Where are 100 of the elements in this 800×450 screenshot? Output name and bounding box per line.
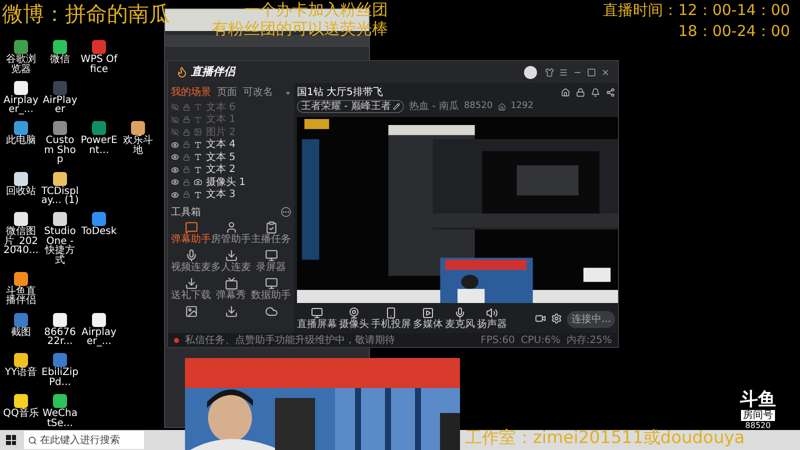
source-type-icon <box>194 190 202 199</box>
menu-icon[interactable] <box>559 68 568 76</box>
lock-icon[interactable] <box>576 88 585 96</box>
icon-label: 此电脑 <box>6 136 36 146</box>
app-icon[interactable] <box>14 40 28 54</box>
icon-label: WeChatSe... <box>42 409 78 428</box>
chat-icon[interactable] <box>184 221 198 234</box>
home-icon[interactable] <box>561 88 570 96</box>
app-icon[interactable] <box>53 40 67 54</box>
app-icon[interactable] <box>14 272 28 286</box>
app-icon[interactable] <box>14 80 28 95</box>
scene-tab[interactable]: 我的场景 <box>171 87 211 99</box>
icon-label: 微信 <box>50 55 70 64</box>
app-logo: 直播伴侣 <box>191 64 235 80</box>
download-icon[interactable] <box>224 249 238 262</box>
bell-icon[interactable] <box>591 88 600 96</box>
source-type-icon <box>194 178 202 186</box>
icon-label: 斗鱼直播伴侣 <box>5 286 37 306</box>
source-button[interactable]: 手机投屏 <box>371 307 411 330</box>
source-button[interactable]: 摄像头 <box>339 307 369 330</box>
start-live-button[interactable]: 连接中... <box>567 311 615 328</box>
monitor-icon[interactable] <box>264 249 278 262</box>
tool-label[interactable]: 弹幕助手 <box>171 234 211 246</box>
app-icon[interactable] <box>14 172 28 186</box>
tool-label[interactable]: 送礼下载 <box>171 290 211 302</box>
image-icon[interactable] <box>184 305 198 318</box>
more-icon[interactable] <box>281 207 291 217</box>
tool-label[interactable]: 视频连麦 <box>171 262 211 274</box>
source-button[interactable]: 多媒体 <box>413 307 443 330</box>
download-icon[interactable] <box>184 277 198 290</box>
tool-label[interactable]: 数据助手 <box>251 290 291 302</box>
cloud-icon[interactable] <box>264 305 278 318</box>
search-field[interactable]: 在此键入进行搜索 <box>24 431 144 449</box>
tool-label[interactable]: 弹幕秀 <box>216 290 246 302</box>
webcam-icon <box>348 307 360 319</box>
scene-tab[interactable]: 页面 <box>217 87 237 99</box>
toolbox-title: 工具箱 <box>171 206 201 218</box>
app-icon[interactable] <box>53 394 67 408</box>
app-icon[interactable] <box>14 121 28 136</box>
app-icon[interactable] <box>53 312 67 327</box>
icon-label: Airplayer_... <box>80 328 118 347</box>
edit-icon <box>392 103 400 110</box>
tool-label[interactable]: 多人连麦 <box>211 262 251 274</box>
source-button[interactable]: 直播屏幕 <box>297 307 337 330</box>
icon-label: Custom Shop <box>43 136 77 165</box>
source-name[interactable]: 文本 4 <box>206 139 236 150</box>
source-type-icon <box>194 103 202 112</box>
source-name[interactable]: 文本 5 <box>206 152 236 163</box>
download-icon[interactable] <box>224 305 238 318</box>
maximize-icon[interactable] <box>587 68 596 76</box>
icon-label: 谷歌浏览器 <box>5 55 37 74</box>
source-type-icon <box>194 140 202 149</box>
app-icon[interactable] <box>53 172 67 186</box>
scene-tab[interactable]: 可改名 <box>243 87 273 99</box>
app-icon[interactable] <box>14 353 28 368</box>
app-icon[interactable] <box>53 121 67 136</box>
app-icon[interactable] <box>14 212 28 226</box>
phone-icon <box>385 307 397 319</box>
icon-label: 8667622r... <box>43 328 77 347</box>
settings-icon[interactable] <box>551 313 562 324</box>
close-icon[interactable] <box>601 68 610 76</box>
tool-label[interactable]: 房管助手 <box>211 234 251 246</box>
tv-icon[interactable] <box>224 277 238 290</box>
icon-label: 截图 <box>11 328 31 338</box>
status-stat: CPU:6% <box>520 334 560 346</box>
add-icon[interactable] <box>285 88 291 98</box>
room-id: 88520 <box>464 100 493 113</box>
video-icon[interactable] <box>535 313 546 324</box>
share-icon[interactable] <box>606 88 615 96</box>
avatar[interactable] <box>524 66 537 78</box>
windows-start-icon[interactable] <box>6 435 16 445</box>
app-icon[interactable] <box>14 394 28 408</box>
monitor-icon[interactable] <box>264 277 278 290</box>
status-message: 私信任务、点赞助手功能升级维护中，敬请期待 <box>185 334 395 346</box>
app-icon[interactable] <box>53 212 67 226</box>
status-stat: FPS:60 <box>480 334 515 346</box>
app-icon[interactable] <box>131 121 145 136</box>
category-tag[interactable]: 王者荣耀 - 巅峰王者 <box>297 100 404 113</box>
icon-label: YY语音 <box>4 368 38 378</box>
source-name[interactable]: 文本 2 <box>206 164 236 176</box>
user-icon[interactable] <box>224 221 238 234</box>
microphone-icon[interactable] <box>184 249 198 262</box>
source-type-icon <box>194 128 202 136</box>
icon-label: PowerEnt... <box>80 136 118 156</box>
icon-label: 欢乐斗地 <box>122 136 154 156</box>
app-icon[interactable] <box>92 212 106 226</box>
shirt-icon[interactable] <box>545 68 554 76</box>
clipboard-icon[interactable] <box>264 221 278 234</box>
viewers-icon <box>498 102 506 110</box>
icon-label: ToDesk <box>81 227 117 237</box>
source-type-icon <box>194 153 202 162</box>
tool-label[interactable]: 录屏器 <box>256 262 286 274</box>
speaker-icon <box>486 307 498 319</box>
source-name[interactable]: 文本 3 <box>206 189 236 200</box>
tool-label[interactable]: 主播任务 <box>251 234 291 246</box>
source-button[interactable]: 扬声器 <box>477 307 507 330</box>
icon-label: QQ音乐 <box>3 409 39 418</box>
source-name[interactable]: 摄像头 1 <box>206 176 246 188</box>
app-icon[interactable] <box>92 312 106 327</box>
source-button[interactable]: 麦克风 <box>445 307 475 330</box>
